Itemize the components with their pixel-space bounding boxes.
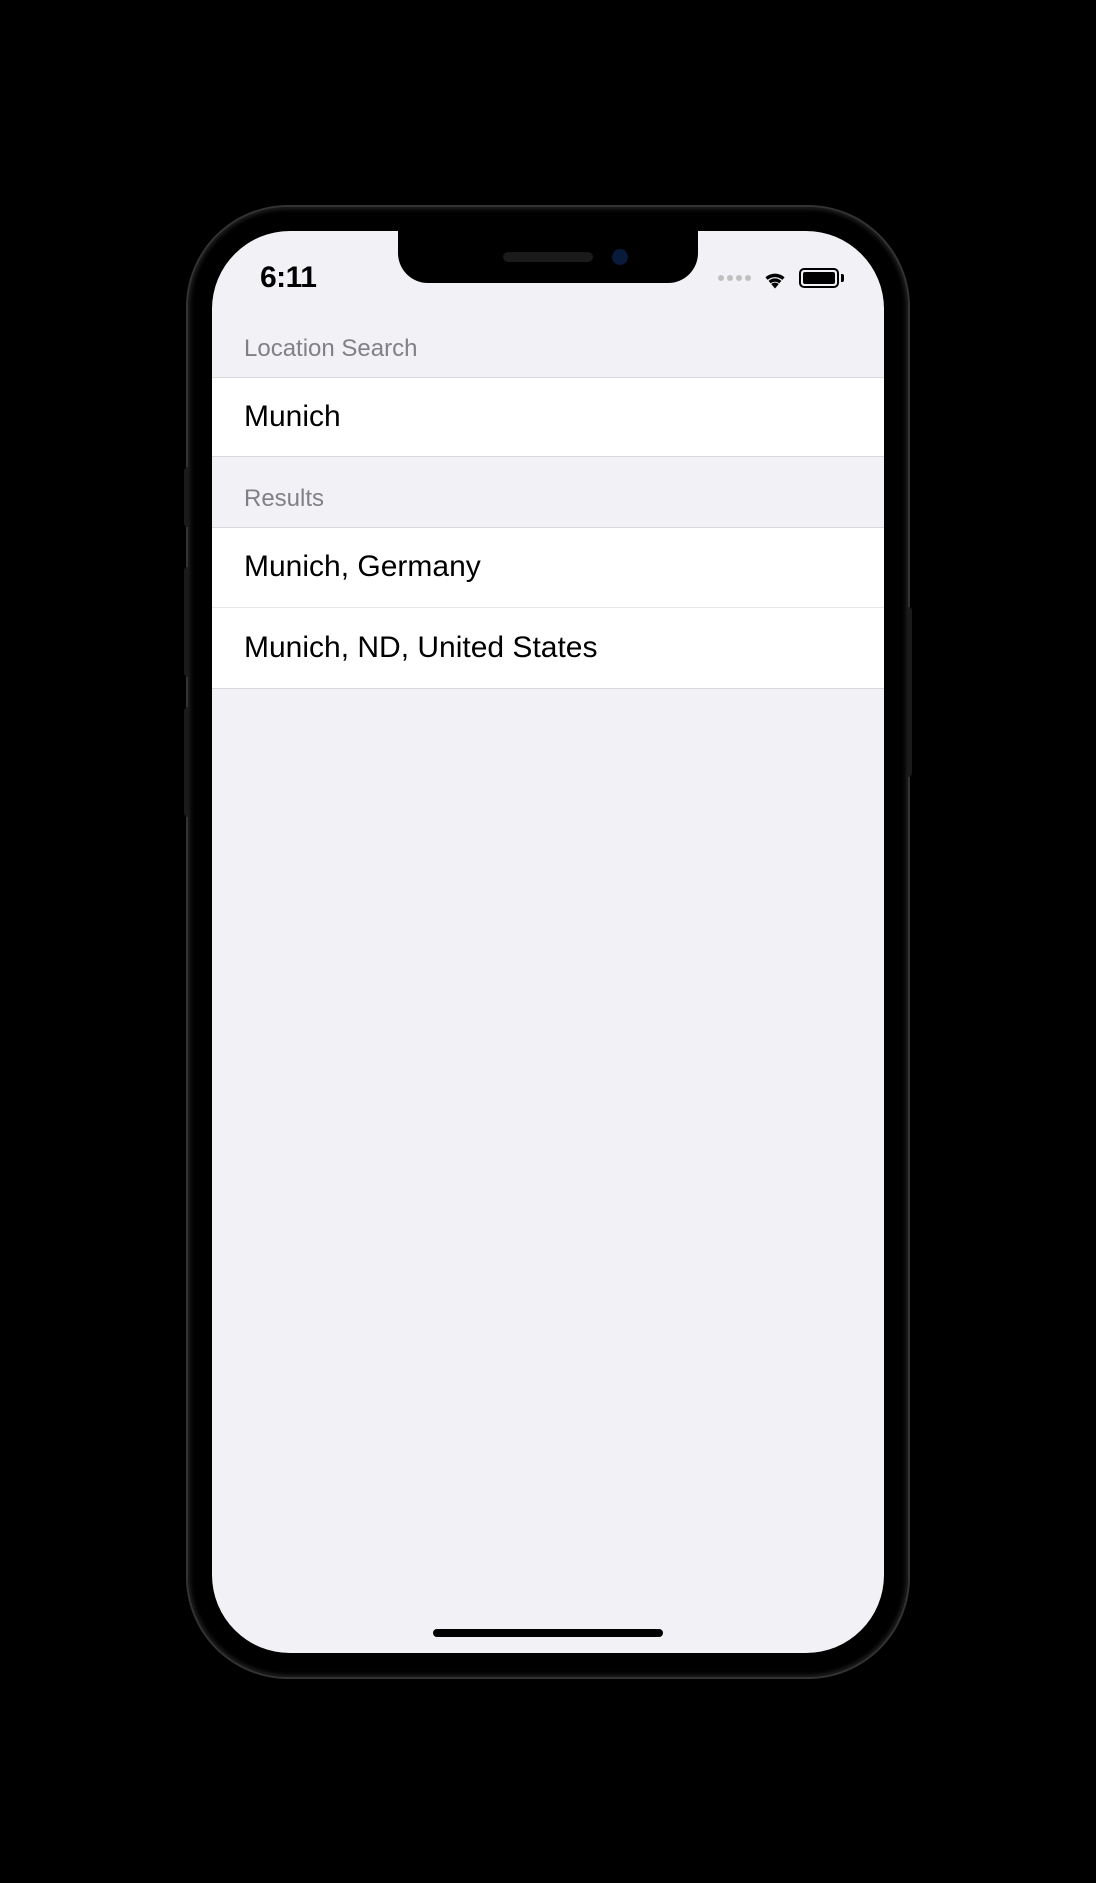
status-indicators	[718, 267, 844, 289]
results-list: Munich, Germany Munich, ND, United State…	[212, 527, 884, 689]
result-row[interactable]: Munich, ND, United States	[212, 608, 884, 688]
home-indicator[interactable]	[433, 1629, 663, 1637]
volume-up-button	[184, 567, 188, 677]
wifi-icon	[761, 267, 789, 289]
content-area: Location Search Results Munich, Germany …	[212, 307, 884, 689]
device-notch	[398, 231, 698, 283]
location-search-input[interactable]	[244, 400, 852, 434]
silence-switch	[184, 467, 188, 527]
search-row[interactable]	[212, 377, 884, 457]
phone-screen: 6:11 Location Search	[212, 231, 884, 1653]
speaker-grille	[503, 252, 593, 262]
power-button	[908, 607, 912, 777]
cellular-dots-icon	[718, 275, 751, 281]
status-time: 6:11	[260, 261, 316, 295]
location-search-header: Location Search	[212, 307, 884, 377]
result-label: Munich, Germany	[244, 550, 481, 584]
result-row[interactable]: Munich, Germany	[212, 528, 884, 608]
results-header: Results	[212, 457, 884, 527]
front-camera	[612, 249, 628, 265]
phone-frame: 6:11 Location Search	[188, 207, 908, 1677]
battery-icon	[799, 268, 844, 288]
result-label: Munich, ND, United States	[244, 631, 597, 665]
volume-down-button	[184, 707, 188, 817]
